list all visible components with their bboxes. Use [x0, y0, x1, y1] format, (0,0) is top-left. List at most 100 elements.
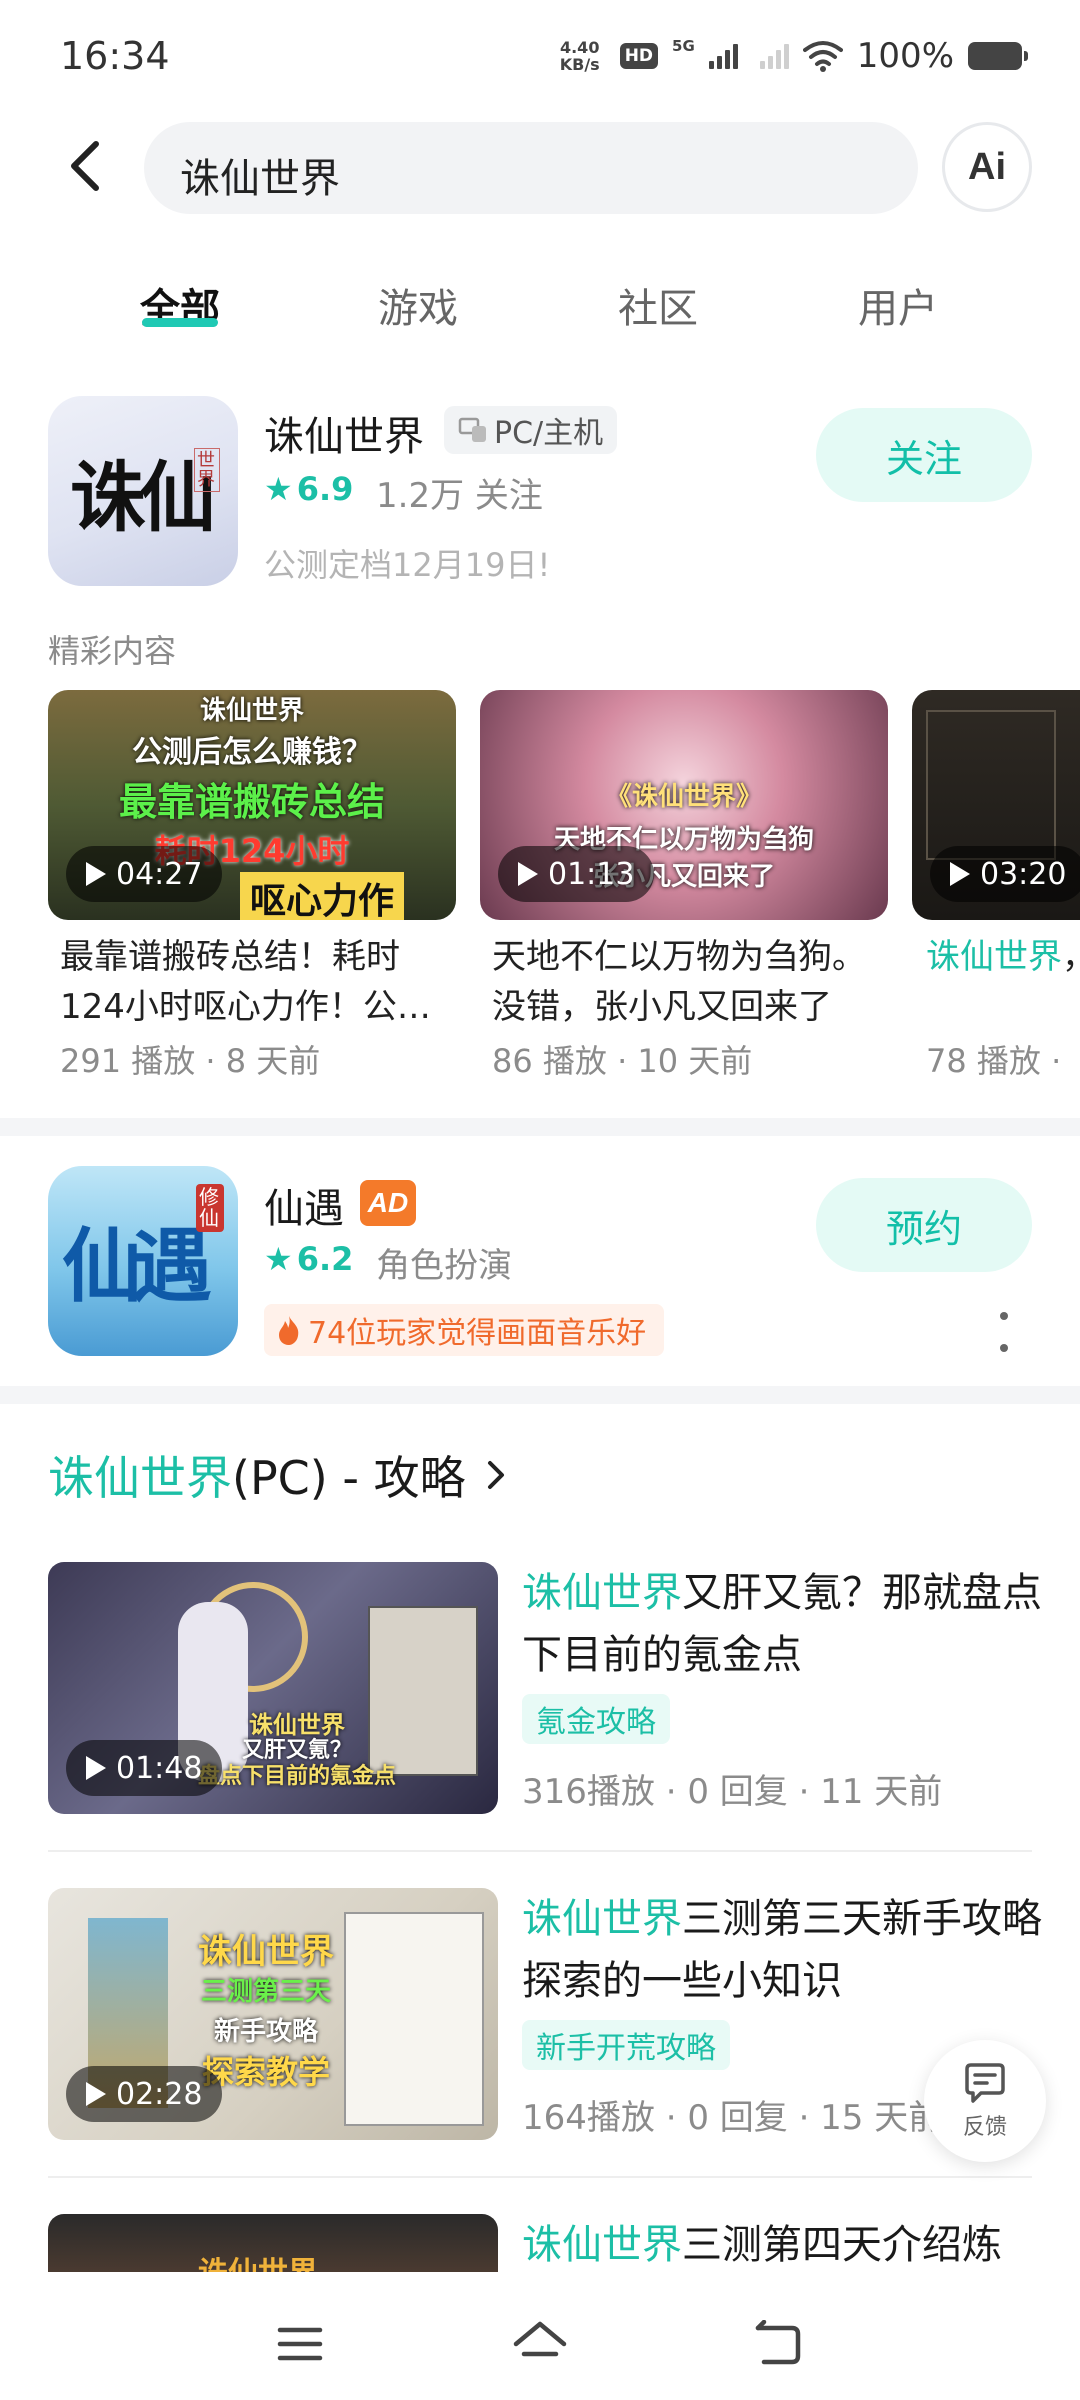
- game-icon-seal: 世界: [194, 448, 220, 492]
- back-button[interactable]: [58, 136, 118, 196]
- hot-tag: 74位玩家觉得画面音乐好: [264, 1304, 665, 1356]
- thumb-text: 公测后怎么赚钱？: [132, 735, 372, 770]
- list-divider: [48, 2176, 1032, 2178]
- network-speed: 4.40 KB/s: [559, 38, 600, 74]
- platform-badge: PC/主机: [444, 406, 618, 454]
- section-divider: [0, 1118, 1080, 1136]
- thumb-text: 呕心力作: [239, 872, 404, 920]
- game-title[interactable]: 诛仙世界: [264, 404, 424, 462]
- thumb-text: 诛仙世界: [199, 696, 304, 726]
- guide-tag[interactable]: 氪金攻略: [522, 1694, 670, 1744]
- game-icon-text: 仙遇: [62, 1219, 212, 1313]
- play-icon: [86, 2082, 106, 2106]
- home-icon[interactable]: [510, 2318, 570, 2366]
- search-query-text: 诛仙世界: [180, 156, 340, 202]
- video-caption[interactable]: 最靠谱搬砖总结！耗时124小时呕心力作！公…: [60, 932, 456, 1032]
- video-stats: 86 播放 · 10 天前: [492, 1042, 753, 1080]
- network-type: 5G: [672, 37, 695, 55]
- guide-video-thumb[interactable]: 诛仙世界 又肝又氪？ 盘点下目前的氪金点 01:48: [48, 1562, 498, 1814]
- follow-button[interactable]: 关注: [816, 408, 1032, 502]
- video-duration: 02:28: [66, 2066, 223, 2122]
- thumb-text: 诛仙世界: [198, 1932, 334, 1972]
- rating-value: 6.9: [296, 470, 354, 508]
- video-duration: 03:20: [930, 846, 1080, 902]
- signal-strength-icon: [708, 43, 738, 69]
- game-icon-text: 诛仙: [70, 453, 216, 542]
- guide-stats: 164播放 · 0 回复 · 15 天前: [522, 2098, 943, 2138]
- system-navigation-bar: [0, 2272, 1080, 2400]
- guide-title[interactable]: 诛仙世界又肝又氪？那就盘点下目前的氪金点: [522, 1562, 1042, 1686]
- video-caption[interactable]: 诛仙世界，讲解分析: [926, 932, 1080, 1032]
- signal-strength-secondary-icon: [759, 43, 789, 69]
- menu-icon[interactable]: [276, 2324, 324, 2364]
- ad-badge: AD: [360, 1180, 416, 1226]
- thumb-text: 《诛仙世界》: [605, 782, 762, 812]
- tab-users[interactable]: 用户: [818, 276, 978, 334]
- hot-tag-text: 74位玩家觉得画面音乐好: [308, 1316, 647, 1351]
- star-icon: ★: [264, 470, 293, 508]
- featured-video-2[interactable]: 《诛仙世界》 天地不仁以万物为刍狗 张小凡又回来了 01:13: [480, 690, 888, 920]
- search-input[interactable]: 诛仙世界: [144, 122, 918, 214]
- thumb-text: 最靠谱搬砖总结: [118, 780, 385, 824]
- video-duration: 04:27: [66, 846, 223, 902]
- active-tab-indicator: [142, 318, 218, 327]
- thumb-text: 诛仙世界: [198, 2248, 318, 2272]
- play-icon: [86, 1756, 106, 1780]
- follower-count: 1.2万 关注: [376, 476, 543, 516]
- featured-video-3[interactable]: 03:20: [912, 690, 1080, 920]
- play-icon: [86, 862, 106, 886]
- section-divider: [0, 1386, 1080, 1404]
- play-icon: [518, 862, 538, 886]
- chevron-right-icon: [487, 1461, 504, 1489]
- thumb-text: 又肝又氪？: [242, 1738, 353, 1763]
- game-icon-zhuxian[interactable]: 诛仙 世界: [48, 396, 238, 586]
- ad-game-rating: ★ 6.2: [264, 1240, 353, 1278]
- game-icon-seal: 修仙: [196, 1184, 224, 1232]
- rating-value: 6.2: [296, 1240, 354, 1278]
- flame-icon: [279, 1316, 299, 1345]
- thumb-text: 盘点下目前的氪金点: [198, 1764, 397, 1789]
- battery-percent: 100%: [856, 36, 954, 76]
- guide-video-thumb[interactable]: 诛仙世界: [48, 2214, 498, 2272]
- ad-game-genre: 角色扮演: [376, 1246, 512, 1286]
- ai-icon: Ai: [968, 145, 1006, 188]
- reserve-button[interactable]: 预约: [816, 1178, 1032, 1272]
- status-time: 16:34: [60, 34, 170, 78]
- guide-title[interactable]: 诛仙世界三测第三天新手攻略探索的一些小知识: [522, 1888, 1042, 2012]
- ad-game-title[interactable]: 仙遇: [264, 1176, 344, 1234]
- tab-community[interactable]: 社区: [578, 276, 738, 334]
- ai-assistant-button[interactable]: Ai: [942, 122, 1032, 212]
- featured-content-label: 精彩内容: [48, 632, 177, 670]
- feedback-icon: [965, 2063, 1005, 2103]
- guide-video-thumb[interactable]: 诛仙世界 三测第三天 新手攻略 探索教学 02:28: [48, 1888, 498, 2140]
- back-nav-icon[interactable]: [752, 2320, 802, 2366]
- more-options-icon[interactable]: [998, 1312, 1010, 1352]
- video-caption[interactable]: 天地不仁以万物为刍狗。没错，张小凡又回来了: [492, 932, 888, 1032]
- result-tabs: 全部 游戏 社区 用户: [0, 262, 1080, 342]
- guides-section-header[interactable]: 诛仙世界 (PC) - 攻略: [48, 1442, 508, 1508]
- tab-games[interactable]: 游戏: [338, 276, 498, 334]
- launch-note: 公测定档12月19日!: [264, 546, 551, 584]
- star-icon: ★: [264, 1240, 293, 1278]
- video-stats: 291 播放 · 8 天前: [60, 1042, 321, 1080]
- play-icon: [950, 862, 970, 886]
- video-duration: 01:13: [498, 846, 655, 902]
- video-stats: 78 播放 ·: [926, 1042, 1062, 1080]
- thumb-text: 新手攻略: [213, 2017, 318, 2047]
- feedback-button[interactable]: 反馈: [924, 2040, 1046, 2162]
- thumb-text: 诛仙世界: [249, 1711, 345, 1739]
- status-bar: 16:34 4.40 KB/s HD 5G 100%: [0, 0, 1080, 110]
- status-indicators: 4.40 KB/s HD 5G 100%: [559, 36, 1028, 76]
- guide-title[interactable]: 诛仙世界三测第四天介绍炼: [522, 2214, 1042, 2272]
- guide-tag[interactable]: 新手开荒攻略: [522, 2020, 730, 2070]
- thumb-text: 三测第三天: [200, 1977, 331, 2007]
- hd-icon: HD: [619, 43, 659, 69]
- wifi-icon: [802, 41, 843, 72]
- feedback-label: 反馈: [962, 2115, 1007, 2140]
- game-icon-xianyu[interactable]: 仙遇 修仙: [48, 1166, 238, 1356]
- featured-video-1[interactable]: 诛仙世界 公测后怎么赚钱？ 最靠谱搬砖总结 耗时124小时 呕心力作 04:27: [48, 690, 456, 920]
- list-divider: [48, 1850, 1032, 1852]
- video-duration: 01:48: [66, 1740, 223, 1796]
- game-rating: ★ 6.9: [264, 470, 353, 508]
- battery-icon: [968, 42, 1028, 70]
